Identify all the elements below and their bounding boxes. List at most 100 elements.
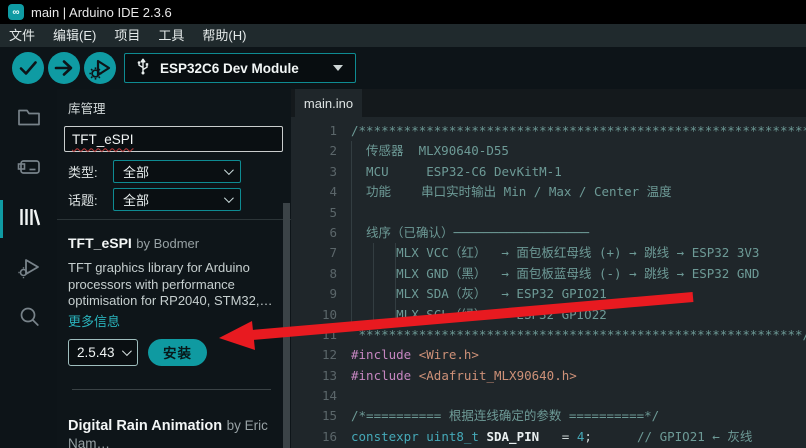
sidebar-item-debug[interactable] xyxy=(0,247,57,291)
verify-button[interactable] xyxy=(12,52,44,84)
menu-item-4[interactable]: 帮助(H) xyxy=(193,24,255,47)
version-select[interactable]: 2.5.43 xyxy=(68,339,138,366)
code-line-5: 5 xyxy=(291,203,806,223)
indent-guide xyxy=(373,243,374,325)
sidebar-item-sketchbook[interactable] xyxy=(0,97,57,141)
code-text: MLX VCC（红） → 面包板红母线 (+) → 跳线 → ESP32 3V3 xyxy=(351,243,759,263)
code-text: MLX SCL（绿） → ESP32 GPIO22 xyxy=(351,305,607,325)
board-selector-label: ESP32C6 Dev Module xyxy=(160,61,299,76)
filter-topic-label: 话题: xyxy=(68,190,113,209)
library-result-digital-rain: Digital Rain Animation by Eric Nam… xyxy=(64,390,282,448)
code-text: /***************************************… xyxy=(351,121,806,141)
debug-button[interactable] xyxy=(84,52,116,84)
code-text: constexpr uint8_t SDA_PIN = 4; // GPIO21… xyxy=(351,427,752,447)
menu-item-2[interactable]: 项目 xyxy=(105,24,149,47)
library-author: by Bodmer xyxy=(136,236,199,251)
library-title: TFT_eSPI by Bodmer xyxy=(68,235,279,253)
line-number: 6 xyxy=(291,223,337,243)
sidebar-item-search[interactable] xyxy=(0,297,57,341)
check-icon xyxy=(12,52,44,84)
line-number: 14 xyxy=(291,386,337,406)
panel-scrollbar[interactable] xyxy=(283,203,290,448)
install-button[interactable]: 安装 xyxy=(148,339,207,366)
menu-item-0[interactable]: 文件 xyxy=(0,24,44,47)
filter-type-value: 全部 xyxy=(123,162,149,181)
line-number: 11 xyxy=(291,325,337,345)
chevron-down-icon xyxy=(122,346,132,356)
usb-icon xyxy=(135,57,151,80)
filter-type-label: 类型: xyxy=(68,162,113,181)
code-line-4: 4 功能 串口实时输出 Min / Max / Center 温度 xyxy=(291,182,806,202)
filter-topic-select[interactable]: 全部 xyxy=(113,188,241,211)
search-input-value: TFT_eSPI xyxy=(72,132,134,147)
toolbar: ESP32C6 Dev Module xyxy=(0,47,806,89)
menu-item-1[interactable]: 编辑(E) xyxy=(44,24,105,47)
code-line-16: 16 constexpr uint8_t SDA_PIN = 4; // GPIO… xyxy=(291,427,806,447)
code-line-7: 7 MLX VCC（红） → 面包板红母线 (+) → 跳线 → ESP32 3… xyxy=(291,243,806,263)
chevron-down-icon xyxy=(224,165,234,175)
line-number: 3 xyxy=(291,162,337,182)
panel-title: 库管理 xyxy=(68,98,283,117)
tab-main-ino[interactable]: main.ino xyxy=(295,89,362,117)
board-selector[interactable]: ESP32C6 Dev Module xyxy=(124,53,356,83)
code-line-9: 9 MLX SDA（灰） → ESP32 GPIO21 xyxy=(291,284,806,304)
line-number: 4 xyxy=(291,182,337,202)
code-line-15: 15 /*========== 根据连线确定的参数 ==========*/ xyxy=(291,406,806,426)
window-title: main | Arduino IDE 2.3.6 xyxy=(31,5,172,20)
chevron-down-icon xyxy=(224,193,234,203)
code-text: /*========== 根据连线确定的参数 ==========*/ xyxy=(351,406,659,426)
line-number: 8 xyxy=(291,264,337,284)
line-number: 7 xyxy=(291,243,337,263)
titlebar: ∞ main | Arduino IDE 2.3.6 xyxy=(0,0,806,24)
code-text: #include <Adafruit_MLX90640.h> xyxy=(351,366,577,386)
version-value: 2.5.43 xyxy=(77,345,115,360)
upload-button[interactable] xyxy=(48,52,80,84)
code-line-8: 8 MLX GND（黑） → 面包板蓝母线 (-) → 跳线 → ESP32 G… xyxy=(291,264,806,284)
code-line-1: 1 /**************************************… xyxy=(291,121,806,141)
line-number: 16 xyxy=(291,427,337,447)
code-text: MLX GND（黑） → 面包板蓝母线 (-) → 跳线 → ESP32 GND xyxy=(351,264,759,284)
code-area[interactable]: 1 /**************************************… xyxy=(291,117,806,448)
line-number: 12 xyxy=(291,345,337,365)
line-number: 1 xyxy=(291,121,337,141)
menubar: 文件编辑(E)项目工具帮助(H) xyxy=(0,24,806,47)
menu-item-3[interactable]: 工具 xyxy=(149,24,193,47)
activity-rail xyxy=(0,89,57,448)
library-name: Digital Rain Animation xyxy=(68,418,222,434)
code-line-2: 2 传感器 MLX90640-D55 xyxy=(291,141,806,161)
library-description: TFT graphics library for Arduino process… xyxy=(68,260,279,310)
code-line-10: 10 MLX SCL（绿） → ESP32 GPIO22 xyxy=(291,305,806,325)
boards-manager-icon xyxy=(15,153,43,186)
arduino-ide-window: ∞ main | Arduino IDE 2.3.6 文件编辑(E)项目工具帮助… xyxy=(0,0,806,448)
line-number: 13 xyxy=(291,366,337,386)
code-text: 线序（已确认）────────────────── xyxy=(351,223,589,243)
filter-topic-value: 全部 xyxy=(123,190,149,209)
line-number: 10 xyxy=(291,305,337,325)
indent-guide xyxy=(395,243,396,325)
library-name: TFT_eSPI xyxy=(68,235,132,251)
code-line-11: 11 *************************************… xyxy=(291,325,806,345)
line-number: 15 xyxy=(291,406,337,426)
library-search-input[interactable]: TFT_eSPI xyxy=(64,126,283,152)
library-result-tft-espi: TFT_eSPI by Bodmer TFT graphics library … xyxy=(64,220,283,390)
indent-guide xyxy=(351,141,352,325)
line-number: 5 xyxy=(291,203,337,223)
library-manager-icon xyxy=(15,203,43,236)
more-info-link[interactable]: 更多信息 xyxy=(68,311,279,330)
code-text: 传感器 MLX90640-D55 xyxy=(351,141,509,161)
arduino-logo-icon: ∞ xyxy=(8,4,24,20)
filter-type-select[interactable]: 全部 xyxy=(113,160,241,183)
code-line-13: 13 #include <Adafruit_MLX90640.h> xyxy=(291,366,806,386)
library-manager-panel: 库管理 TFT_eSPI 类型: 全部 话题: 全部 TFT_eSPI by B… xyxy=(57,89,291,448)
debug-icon xyxy=(15,253,43,286)
sidebar-item-library-manager[interactable] xyxy=(0,197,57,241)
sketchbook-folder-icon xyxy=(15,103,43,136)
line-number: 9 xyxy=(291,284,337,304)
code-text: #include <Wire.h> xyxy=(351,345,479,365)
search-icon xyxy=(15,303,43,336)
editor: main.ino 1 /*****************************… xyxy=(291,89,806,448)
sidebar-item-boards-manager[interactable] xyxy=(0,147,57,191)
debug-play-icon xyxy=(84,52,116,84)
active-indicator xyxy=(0,200,3,238)
code-text: ****************************************… xyxy=(351,325,806,345)
